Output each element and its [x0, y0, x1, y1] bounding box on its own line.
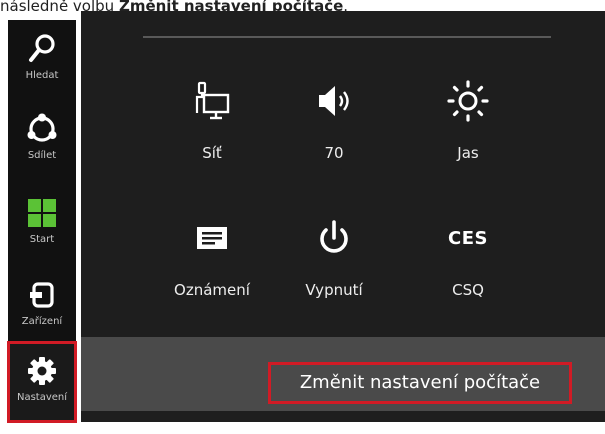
keyboard-language-icon: CES — [408, 216, 528, 260]
change-pc-settings-link[interactable]: Změnit nastavení počítače — [268, 362, 572, 404]
tile-label-volume: 70 — [324, 144, 344, 162]
charm-label-share: Sdílet — [27, 150, 57, 161]
flyout-footer: Změnit nastavení počítače — [81, 337, 605, 411]
power-icon — [274, 216, 394, 260]
volume-icon — [274, 79, 394, 123]
charm-label-devices: Zařízení — [21, 316, 63, 327]
charm-search[interactable]: Hledat — [8, 20, 76, 98]
charm-label-search: Hledat — [25, 70, 59, 81]
share-icon — [8, 112, 76, 146]
tile-power[interactable]: Vypnutí — [274, 216, 394, 299]
tile-label-notifications: Oznámení — [174, 281, 250, 299]
charm-label-start: Start — [29, 234, 55, 245]
settings-flyout: Síť 70 Jas Oznámení Vypnutí CES CSQ Změn… — [81, 11, 605, 422]
keyboard-language-code: CES — [448, 227, 488, 249]
charm-start[interactable]: Start — [8, 184, 76, 262]
gear-icon — [8, 354, 76, 388]
tile-notifications[interactable]: Oznámení — [152, 216, 272, 299]
search-icon — [8, 32, 76, 66]
tile-keyboard[interactable]: CES CSQ — [408, 216, 528, 300]
charm-label-settings: Nastavení — [16, 392, 68, 403]
tile-network[interactable]: Síť — [152, 79, 272, 162]
brightness-icon — [408, 79, 528, 123]
charms-bar: Hledat Sdílet Start Zařízení Nastavení — [7, 20, 77, 423]
tile-volume[interactable]: 70 — [274, 79, 394, 162]
notifications-icon — [152, 216, 272, 260]
windows-logo-icon — [8, 196, 76, 230]
charm-share[interactable]: Sdílet — [8, 100, 76, 178]
charm-settings[interactable]: Nastavení — [7, 341, 77, 423]
tile-brightness[interactable]: Jas — [408, 79, 528, 162]
tile-label-network: Síť — [202, 144, 222, 162]
divider — [143, 36, 551, 38]
tile-label-power: Vypnutí — [305, 281, 363, 299]
devices-icon — [8, 278, 76, 312]
tile-label-keyboard: CSQ — [452, 281, 484, 299]
charm-devices[interactable]: Zařízení — [8, 266, 76, 344]
network-icon — [152, 79, 272, 123]
tile-label-brightness: Jas — [457, 144, 479, 162]
